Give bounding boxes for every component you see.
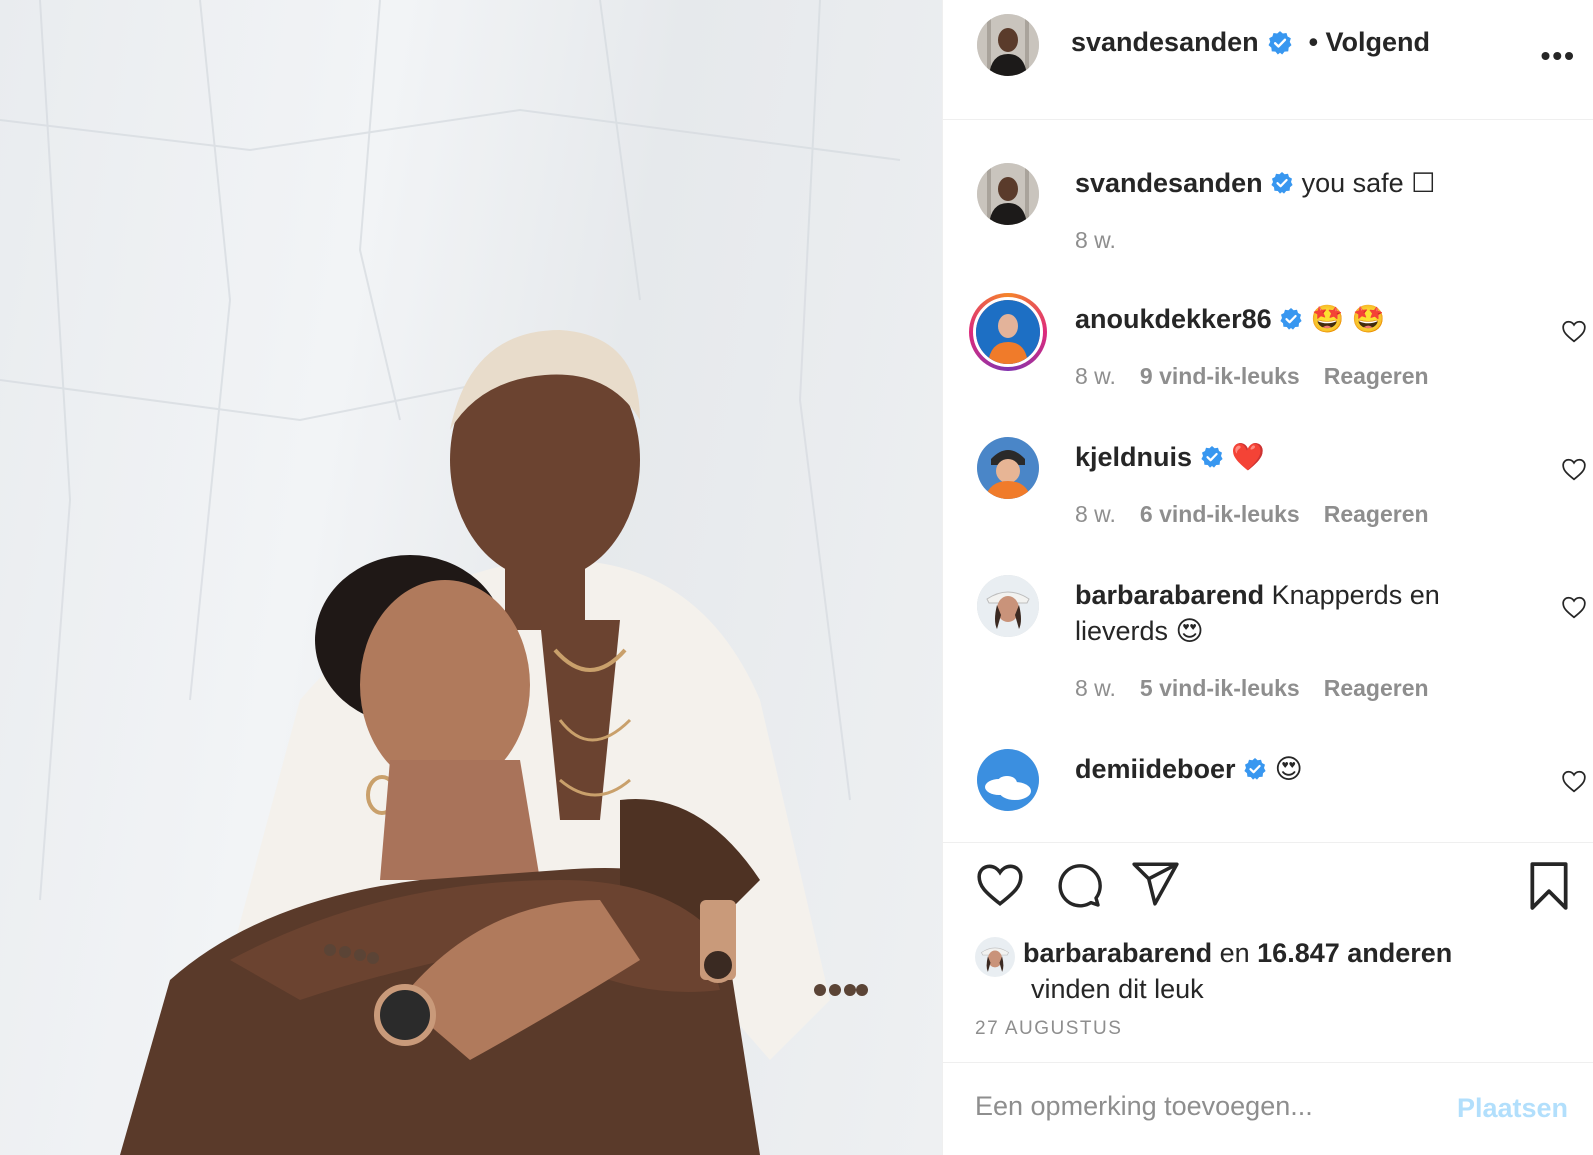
post-comment-button[interactable]: Plaatsen	[1457, 1093, 1568, 1124]
caption-meta: 8 w.	[1075, 227, 1116, 254]
save-bookmark-icon[interactable]	[1527, 861, 1571, 911]
comment-text-row: barbarabarend Knapperds en lieverds 😍	[1075, 577, 1515, 649]
liker-username[interactable]: barbarabarend	[1023, 938, 1212, 968]
post-actions: barbarabarend en 16.847 anderen vinden d…	[943, 842, 1593, 1057]
author-avatar[interactable]	[977, 14, 1039, 76]
verified-badge-icon	[1200, 446, 1223, 468]
caption-text-row: svandesanden you safe ☐	[1075, 165, 1515, 201]
comment-time[interactable]: 8 w.	[1075, 675, 1116, 702]
comment-like-heart-icon[interactable]	[1561, 319, 1587, 343]
comment-likes[interactable]: 6 vind-ik-leuks	[1140, 501, 1300, 528]
comment-likes[interactable]: 5 vind-ik-leuks	[1140, 675, 1300, 702]
comment-likes[interactable]: 9 vind-ik-leuks	[1140, 363, 1300, 390]
verified-badge-icon	[1268, 30, 1292, 54]
comment-avatar[interactable]	[969, 293, 1047, 371]
post-panel: svandesanden • Volgend ••• svandesanden …	[942, 0, 1593, 1155]
post-header: svandesanden • Volgend •••	[943, 0, 1593, 120]
comment-avatar[interactable]	[977, 749, 1039, 811]
comment-text-row: anoukdekker86 🤩 🤩	[1075, 301, 1515, 337]
share-paper-plane-icon[interactable]	[1131, 861, 1181, 907]
comment-time[interactable]: 8 w.	[1075, 501, 1116, 528]
reply-button[interactable]: Reageren	[1324, 501, 1429, 528]
caption-username[interactable]: svandesanden	[1075, 168, 1263, 198]
caption-avatar[interactable]	[977, 163, 1039, 225]
reply-button[interactable]: Reageren	[1324, 363, 1429, 390]
comment-bubble-icon[interactable]	[1055, 861, 1103, 909]
comment-body: 😍	[1274, 754, 1303, 784]
liker-avatar[interactable]	[975, 937, 1015, 977]
comment-time[interactable]: 8 w.	[1075, 363, 1116, 390]
comment-username[interactable]: barbarabarend	[1075, 580, 1264, 610]
follow-status[interactable]: • Volgend	[1309, 27, 1430, 58]
comment-body: ❤️	[1231, 442, 1265, 472]
more-options-icon[interactable]: •••	[1541, 40, 1576, 72]
comment-like-heart-icon[interactable]	[1561, 595, 1587, 619]
comment-meta: 8 w. 9 vind-ik-leuks Reageren	[1075, 363, 1429, 390]
likes-summary: barbarabarend en 16.847 anderen vinden d…	[975, 935, 1543, 1007]
comment-username[interactable]: demiideboer	[1075, 754, 1236, 784]
like-heart-icon[interactable]	[975, 861, 1025, 907]
verified-badge-icon	[1244, 758, 1266, 780]
comment-like-heart-icon[interactable]	[1561, 769, 1587, 793]
comment-like-heart-icon[interactable]	[1561, 457, 1587, 481]
post-photo[interactable]	[0, 0, 942, 1155]
caption-time[interactable]: 8 w.	[1075, 227, 1116, 254]
likes-text: barbarabarend en 16.847 anderen vinden d…	[1023, 935, 1543, 1007]
comment-body: 🤩 🤩	[1310, 304, 1386, 334]
photo-illustration	[0, 0, 901, 1155]
likes-connector: en	[1219, 938, 1250, 968]
comment-input[interactable]	[975, 1091, 1445, 1122]
author-row: svandesanden • Volgend	[1071, 27, 1430, 58]
comments-list: svandesanden you safe ☐ 8 w. anoukdekker…	[943, 121, 1593, 841]
comment-meta: 8 w. 6 vind-ik-leuks Reageren	[1075, 501, 1429, 528]
author-username[interactable]: svandesanden	[1071, 27, 1259, 58]
comment-text-row: demiideboer 😍	[1075, 751, 1515, 787]
likes-count-link[interactable]: 16.847 anderen	[1257, 938, 1452, 968]
comment-avatar[interactable]	[977, 437, 1039, 499]
comment-username[interactable]: anoukdekker86	[1075, 304, 1272, 334]
comment-username[interactable]: kjeldnuis	[1075, 442, 1192, 472]
likes-suffix: vinden dit leuk	[1031, 974, 1204, 1004]
caption-body: you safe ☐	[1301, 168, 1436, 198]
verified-badge-icon	[1280, 308, 1302, 330]
verified-badge-icon	[1271, 172, 1293, 194]
reply-button[interactable]: Reageren	[1324, 675, 1429, 702]
add-comment-bar: Plaatsen	[943, 1062, 1593, 1155]
comment-avatar[interactable]	[977, 575, 1039, 637]
post-date[interactable]: 27 AUGUSTUS	[975, 1018, 1122, 1040]
comment-meta: 8 w. 5 vind-ik-leuks Reageren	[1075, 675, 1429, 702]
comment-text-row: kjeldnuis ❤️	[1075, 439, 1515, 475]
